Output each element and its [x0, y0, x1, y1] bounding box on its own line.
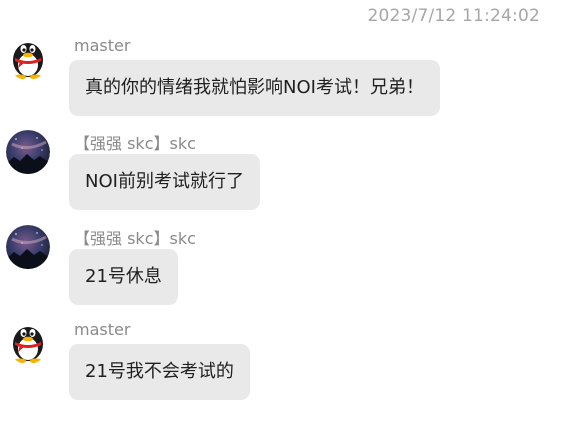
sender-name: 【强强 skc】skc: [74, 134, 196, 153]
sender-name: master: [74, 36, 131, 55]
avatar[interactable]: [6, 36, 50, 80]
avatar[interactable]: [6, 225, 50, 269]
message-bubble[interactable]: 21号休息: [69, 249, 178, 305]
avatar[interactable]: [6, 130, 50, 174]
message-timestamp: 2023/7/12 11:24:02: [367, 6, 540, 26]
qq-penguin-icon: [6, 36, 50, 80]
message-bubble[interactable]: 21号我不会考试的: [69, 344, 250, 400]
qq-penguin-icon: [6, 320, 50, 364]
sender-name: master: [74, 320, 131, 339]
avatar[interactable]: [6, 320, 50, 364]
night-sky-avatar-icon: [6, 225, 50, 269]
message-bubble[interactable]: 真的你的情绪我就怕影响NOI考试！兄弟！: [69, 60, 440, 116]
message-bubble[interactable]: NOI前别考试就行了: [69, 154, 260, 210]
sender-name: 【强强 skc】skc: [74, 229, 196, 248]
night-sky-avatar-icon: [6, 130, 50, 174]
